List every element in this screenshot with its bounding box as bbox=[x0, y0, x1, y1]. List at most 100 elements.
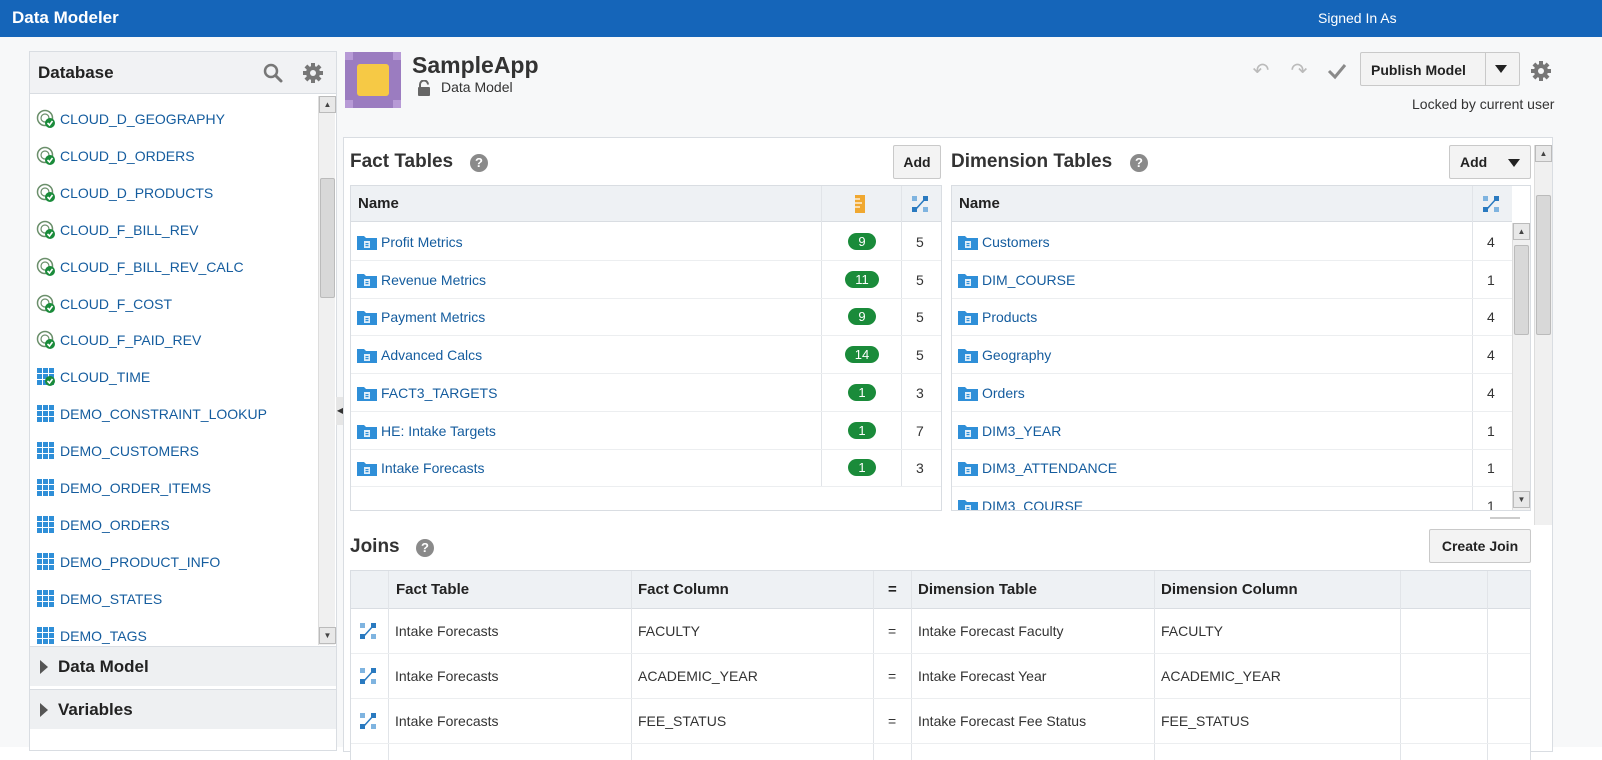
fact-table-name[interactable]: Advanced Calcs bbox=[381, 336, 482, 374]
chevron-down-icon[interactable] bbox=[1508, 159, 1520, 167]
help-icon[interactable]: ? bbox=[416, 539, 434, 557]
database-table-item[interactable]: DEMO_PRODUCT_INFO bbox=[36, 547, 316, 577]
database-table-item[interactable]: DEMO_TAGS bbox=[36, 621, 316, 645]
dimension-table-row[interactable]: DIM3_YEAR 1 bbox=[952, 412, 1512, 450]
signed-in-menu[interactable]: Signed In As bbox=[1318, 10, 1397, 26]
help-icon[interactable]: ? bbox=[1130, 154, 1148, 172]
join-row[interactable]: Intake Forecasts ACADEMIC_YEAR = Intake For… bbox=[351, 654, 1530, 699]
undo-icon[interactable]: ↶ bbox=[1250, 60, 1272, 82]
scroll-up-button[interactable]: ▲ bbox=[1535, 145, 1552, 162]
search-icon[interactable] bbox=[262, 62, 284, 84]
dimension-table-name[interactable]: DIM3_ATTENDANCE bbox=[982, 449, 1117, 487]
database-table-label: DEMO_PRODUCT_INFO bbox=[60, 553, 221, 570]
resize-handle[interactable] bbox=[1490, 517, 1520, 519]
gear-icon[interactable] bbox=[302, 62, 324, 84]
fact-table-row[interactable]: FACT3_TARGETS 1 3 bbox=[351, 374, 941, 412]
fact-table-name[interactable]: FACT3_TARGETS bbox=[381, 374, 497, 412]
database-table-label: DEMO_STATES bbox=[60, 590, 163, 607]
add-dimension-table-button[interactable]: Add bbox=[1449, 145, 1531, 179]
join-icon bbox=[359, 712, 377, 730]
dimension-table-row[interactable]: DIM3_ATTENDANCE 1 bbox=[952, 449, 1512, 488]
join-operator: = bbox=[888, 623, 897, 639]
fact-table-name[interactable]: Payment Metrics bbox=[381, 298, 485, 336]
joins-count: 4 bbox=[1487, 384, 1495, 401]
scroll-down-button[interactable]: ▼ bbox=[319, 627, 336, 644]
dimension-table-column-header[interactable]: Dimension Table bbox=[918, 571, 1037, 609]
fact-column-column-header[interactable]: Fact Column bbox=[638, 571, 729, 609]
scroll-thumb[interactable] bbox=[1514, 245, 1529, 335]
table-icon bbox=[36, 478, 56, 498]
dimension-table-row[interactable]: DIM3_COURSE 1 bbox=[952, 487, 1512, 511]
fact-table-row[interactable]: Advanced Calcs 14 5 bbox=[351, 336, 941, 375]
database-table-item[interactable]: CLOUD_F_PAID_REV bbox=[36, 325, 316, 355]
app-title: Data Modeler bbox=[12, 8, 119, 27]
content-scrollbar[interactable]: ▲ bbox=[1534, 145, 1552, 525]
variables-section[interactable]: Variables bbox=[30, 689, 336, 729]
database-table-item[interactable]: CLOUD_TIME bbox=[36, 362, 316, 392]
help-icon[interactable]: ? bbox=[470, 154, 488, 172]
database-table-label: DEMO_CONSTRAINT_LOOKUP bbox=[60, 406, 267, 423]
database-table-item[interactable]: CLOUD_D_PRODUCTS bbox=[36, 178, 316, 208]
dimension-table-name[interactable]: Customers bbox=[982, 223, 1050, 261]
scroll-up-button[interactable]: ▲ bbox=[319, 96, 336, 113]
fact-table-row[interactable]: Intake Forecasts 1 3 bbox=[351, 449, 941, 488]
joins-count: 1 bbox=[1487, 497, 1495, 511]
chevron-down-icon[interactable] bbox=[1495, 65, 1507, 73]
fact-table-row[interactable]: Profit Metrics 9 5 bbox=[351, 223, 941, 261]
database-table-item[interactable]: DEMO_CONSTRAINT_LOOKUP bbox=[36, 399, 316, 429]
fact-name-column-header[interactable]: Name bbox=[358, 186, 399, 222]
data-model-section[interactable]: Data Model bbox=[30, 646, 336, 686]
scroll-up-button[interactable]: ▲ bbox=[1513, 223, 1530, 240]
add-fact-table-button[interactable]: Add bbox=[893, 145, 941, 179]
validate-check-icon[interactable] bbox=[1326, 60, 1348, 82]
scroll-thumb[interactable] bbox=[320, 178, 335, 298]
database-table-item[interactable]: CLOUD_F_BILL_REV_CALC bbox=[36, 252, 316, 282]
fact-table-name[interactable]: Revenue Metrics bbox=[381, 261, 486, 299]
dimension-table-row[interactable]: Geography 4 bbox=[952, 336, 1512, 375]
dimension-table-name[interactable]: DIM3_COURSE bbox=[982, 487, 1083, 510]
dimension-table-name[interactable]: Products bbox=[982, 298, 1037, 336]
dimension-table-name[interactable]: DIM_COURSE bbox=[982, 261, 1075, 299]
dimension-name-column-header[interactable]: Name bbox=[959, 186, 1000, 222]
fact-table-row[interactable]: Revenue Metrics 11 5 bbox=[351, 261, 941, 299]
fact-table-name[interactable]: Intake Forecasts bbox=[381, 449, 485, 487]
fact-table-row[interactable]: HE: Intake Targets 1 7 bbox=[351, 412, 941, 450]
join-row[interactable]: Intake Forecasts FACULTY = Intake Forecast … bbox=[351, 609, 1530, 654]
dimension-table-name[interactable]: Geography bbox=[982, 336, 1051, 374]
dimension-scrollbar[interactable]: ▲ ▼ bbox=[1512, 223, 1530, 510]
joins-count: 5 bbox=[916, 309, 924, 326]
redo-icon[interactable]: ↷ bbox=[1288, 60, 1310, 82]
database-list-scrollbar[interactable]: ▲ ▼ bbox=[318, 96, 336, 645]
join-row[interactable]: Intake Forecasts FEE_STATUS = Intake Foreca… bbox=[351, 699, 1530, 744]
fact-table-name[interactable]: HE: Intake Targets bbox=[381, 412, 496, 450]
fact-table-name[interactable]: Profit Metrics bbox=[381, 223, 463, 261]
database-table-item[interactable]: DEMO_STATES bbox=[36, 584, 316, 614]
create-join-button[interactable]: Create Join bbox=[1429, 529, 1531, 563]
join-dimension-table: Intake Forecast Faculty bbox=[918, 623, 1064, 639]
scroll-down-button[interactable]: ▼ bbox=[1513, 491, 1530, 508]
database-table-item[interactable]: DEMO_ORDER_ITEMS bbox=[36, 473, 316, 503]
dimension-column-column-header[interactable]: Dimension Column bbox=[1161, 571, 1298, 609]
dimension-table-row[interactable]: Orders 4 bbox=[952, 374, 1512, 412]
gear-icon[interactable] bbox=[1530, 60, 1552, 82]
dimension-tables-header: Name bbox=[952, 186, 1512, 222]
database-table-item[interactable]: CLOUD_D_GEOGRAPHY bbox=[36, 104, 316, 134]
publish-model-button[interactable]: Publish Model bbox=[1360, 52, 1520, 86]
scroll-thumb[interactable] bbox=[1536, 195, 1551, 335]
dimension-table-name[interactable]: Orders bbox=[982, 374, 1025, 412]
database-table-item[interactable]: CLOUD_D_ORDERS bbox=[36, 141, 316, 171]
dimension-table-name[interactable]: DIM3_YEAR bbox=[982, 412, 1061, 450]
dimension-table-row[interactable]: Products 4 bbox=[952, 298, 1512, 337]
dimension-table-row[interactable]: DIM_COURSE 1 bbox=[952, 261, 1512, 299]
joins-count: 5 bbox=[916, 347, 924, 364]
fact-table-column-header[interactable]: Fact Table bbox=[396, 571, 469, 609]
database-table-item[interactable]: CLOUD_F_COST bbox=[36, 289, 316, 319]
lock-icon bbox=[418, 80, 430, 96]
database-table-item[interactable]: CLOUD_F_BILL_REV bbox=[36, 215, 316, 245]
fact-table-row[interactable]: Payment Metrics 9 5 bbox=[351, 298, 941, 337]
fact-table-icon bbox=[357, 272, 377, 288]
join-icon bbox=[359, 667, 377, 685]
dimension-table-row[interactable]: Customers 4 bbox=[952, 223, 1512, 261]
database-table-item[interactable]: DEMO_CUSTOMERS bbox=[36, 436, 316, 466]
database-table-item[interactable]: DEMO_ORDERS bbox=[36, 510, 316, 540]
